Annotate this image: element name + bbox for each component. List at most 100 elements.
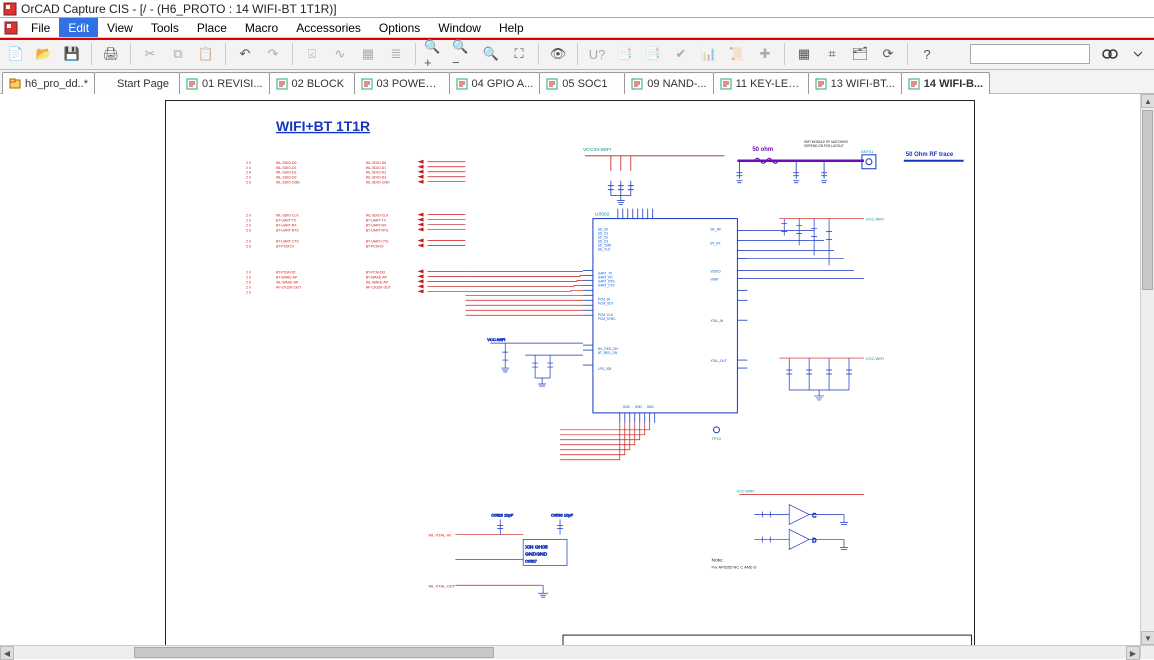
menu-macro[interactable]: Macro bbox=[236, 18, 287, 37]
work-area: WIFI+BT 1T1R U0502 bbox=[0, 94, 1154, 659]
schematic-page-icon bbox=[546, 78, 558, 90]
tab-9[interactable]: 13 WIFI-BT... bbox=[808, 72, 902, 94]
tab-1[interactable]: Start Page bbox=[94, 72, 180, 94]
tab-label: 14 WIFI-B... bbox=[924, 78, 983, 90]
tab-7[interactable]: 09 NAND-... bbox=[624, 72, 713, 94]
document-tabs: h6_pro_dd..* Start Page 01 REVISI...02 BLO… bbox=[0, 70, 1154, 94]
svg-text:PCM_SYNC: PCM_SYNC bbox=[598, 317, 616, 321]
svg-text:WL-XTAL-OUT: WL-XTAL-OUT bbox=[429, 583, 456, 588]
tab-4[interactable]: 03 POWER ... bbox=[354, 72, 450, 94]
svg-text:2 0: 2 0 bbox=[246, 219, 251, 223]
menu-place[interactable]: Place bbox=[188, 18, 236, 37]
open-icon[interactable]: 📂 bbox=[32, 42, 56, 66]
tab-8[interactable]: 11 KEY-LED... bbox=[713, 72, 809, 94]
zoom-area-icon[interactable]: 🔍 bbox=[479, 42, 503, 66]
tab-2[interactable]: 01 REVISI... bbox=[179, 72, 270, 94]
app-icon bbox=[3, 2, 17, 16]
menu-file[interactable]: File bbox=[22, 18, 59, 37]
bom-icon: 📊 bbox=[697, 42, 721, 66]
tab-label: 11 KEY-LED... bbox=[736, 78, 802, 90]
svg-text:BT-UART-TX: BT-UART-TX bbox=[366, 219, 387, 223]
svg-text:BT-UART-RX: BT-UART-RX bbox=[366, 224, 387, 228]
menu-help[interactable]: Help bbox=[490, 18, 533, 37]
schematic-sheet: WIFI+BT 1T1R U0502 bbox=[165, 100, 975, 645]
label-rftrace: 50 Ohm RF trace bbox=[906, 152, 954, 158]
svg-text:SD_CLK: SD_CLK bbox=[598, 247, 611, 251]
tab-label: 09 NAND-... bbox=[647, 78, 706, 90]
search-input[interactable] bbox=[970, 44, 1090, 64]
tab-5[interactable]: 04 GPIO A... bbox=[449, 72, 541, 94]
tab-label: 13 WIFI-BT... bbox=[831, 78, 895, 90]
print-icon[interactable]: 🖨 bbox=[99, 42, 123, 66]
menu-view[interactable]: View bbox=[98, 18, 142, 37]
svg-text:DEPEND ON PCB LAYOUT: DEPEND ON PCB LAYOUT bbox=[804, 144, 844, 148]
svg-text:XIN GH05: XIN GH05 bbox=[525, 544, 548, 550]
scroll-left-icon[interactable]: ◀ bbox=[0, 646, 14, 660]
macro-icon[interactable]: ⟳ bbox=[876, 42, 900, 66]
scroll-right-icon[interactable]: ▶ bbox=[1126, 646, 1140, 660]
svg-text:TP10: TP10 bbox=[711, 436, 721, 441]
label-50ohm: 50 ohm bbox=[752, 147, 773, 153]
v-scroll-thumb[interactable] bbox=[1142, 110, 1153, 290]
scroll-down-icon[interactable]: ▼ bbox=[1141, 631, 1154, 645]
snap-icon[interactable]: ⌗ bbox=[820, 42, 844, 66]
tab-10[interactable]: 14 WIFI-B... bbox=[901, 72, 990, 94]
tab-label: Start Page bbox=[117, 78, 173, 90]
menu-edit[interactable]: Edit bbox=[59, 18, 98, 37]
view-icon[interactable]: 👁 bbox=[546, 42, 570, 66]
zoom-in-icon[interactable]: 🔍+ bbox=[423, 42, 447, 66]
title-bar: OrCAD Capture CIS - [/ - (H6_PROTO : 14 … bbox=[0, 0, 1154, 18]
zoom-fit-icon[interactable]: ⛶ bbox=[507, 42, 531, 66]
ic-ref: U0502 bbox=[595, 212, 610, 218]
svg-text:2 0: 2 0 bbox=[246, 280, 251, 284]
svg-text:WL-SDIO-D1: WL-SDIO-D1 bbox=[366, 166, 386, 170]
help-icon[interactable]: ? bbox=[915, 42, 939, 66]
schematic-page-icon bbox=[456, 78, 468, 90]
svg-text:2 0: 2 0 bbox=[246, 244, 251, 248]
svg-text:VDDIO: VDDIO bbox=[710, 269, 721, 273]
tab-3[interactable]: 02 BLOCK bbox=[269, 72, 355, 94]
wire-icon: ∿ bbox=[328, 42, 352, 66]
schematic-page-icon bbox=[276, 78, 288, 90]
schematic-page-icon bbox=[631, 78, 643, 90]
scroll-up-icon[interactable]: ▲ bbox=[1141, 94, 1154, 108]
drc-icon: ✔ bbox=[669, 42, 693, 66]
main-toolbar: 📄📂💾🖨✂⧉📋↶↷⍃∿▦≣🔍+🔍−🔍⛶👁U?📑📑✔📊📜✚▦⌗🗂⟳? bbox=[0, 38, 1154, 70]
vertical-scrollbar[interactable]: ▲ ▼ bbox=[1140, 94, 1154, 645]
project-icon[interactable]: 🗂 bbox=[848, 42, 872, 66]
svg-text:WL-SDIO-CLK: WL-SDIO-CLK bbox=[366, 214, 389, 218]
schematic-page-icon bbox=[815, 78, 827, 90]
svg-text:VCC-WIFI: VCC-WIFI bbox=[736, 489, 754, 494]
svg-text:BT-UART-RTS: BT-UART-RTS bbox=[366, 229, 389, 233]
tab-0[interactable]: h6_pro_dd..* bbox=[2, 72, 95, 94]
menu-window[interactable]: Window bbox=[429, 18, 490, 37]
new-icon[interactable]: 📄 bbox=[4, 42, 28, 66]
dropdown-icon[interactable] bbox=[1126, 42, 1150, 66]
rf-path: 50 ohm ANT01 bbox=[736, 147, 876, 183]
buffer-section: C D bbox=[739, 495, 864, 550]
svg-text:VCC-WIFI: VCC-WIFI bbox=[487, 337, 505, 342]
svg-text:WL-SDIO-D3: WL-SDIO-D3 bbox=[276, 176, 296, 180]
binoculars-icon[interactable] bbox=[1098, 42, 1122, 66]
undo-icon[interactable]: ↶ bbox=[233, 42, 257, 66]
menu-tools[interactable]: Tools bbox=[142, 18, 188, 37]
svg-text:2 0: 2 0 bbox=[246, 290, 251, 294]
h-scroll-thumb[interactable] bbox=[134, 647, 494, 658]
menu-accessories[interactable]: Accessories bbox=[287, 18, 370, 37]
save-icon[interactable]: 💾 bbox=[60, 42, 84, 66]
schematic-page-icon bbox=[361, 78, 373, 90]
schematic-canvas[interactable]: WIFI+BT 1T1R U0502 bbox=[0, 94, 1140, 645]
grid-icon[interactable]: ▦ bbox=[792, 42, 816, 66]
place-part-icon: ⍃ bbox=[300, 42, 324, 66]
svg-text:VBAT: VBAT bbox=[710, 277, 718, 281]
svg-text:2 0: 2 0 bbox=[246, 270, 251, 274]
schematic-page-icon bbox=[720, 78, 732, 90]
zoom-out-icon[interactable]: 🔍− bbox=[451, 42, 475, 66]
menu-options[interactable]: Options bbox=[370, 18, 429, 37]
svg-text:BT-PCM-DI: BT-PCM-DI bbox=[366, 244, 384, 248]
tab-6[interactable]: 05 SOC1 bbox=[539, 72, 625, 94]
menu-bar: File Edit View Tools Place Macro Accesso… bbox=[0, 18, 1154, 38]
app-menu-icon[interactable] bbox=[0, 18, 22, 37]
net-icon: ▦ bbox=[356, 42, 380, 66]
horizontal-scrollbar[interactable]: ◀ ▶ bbox=[0, 645, 1140, 659]
